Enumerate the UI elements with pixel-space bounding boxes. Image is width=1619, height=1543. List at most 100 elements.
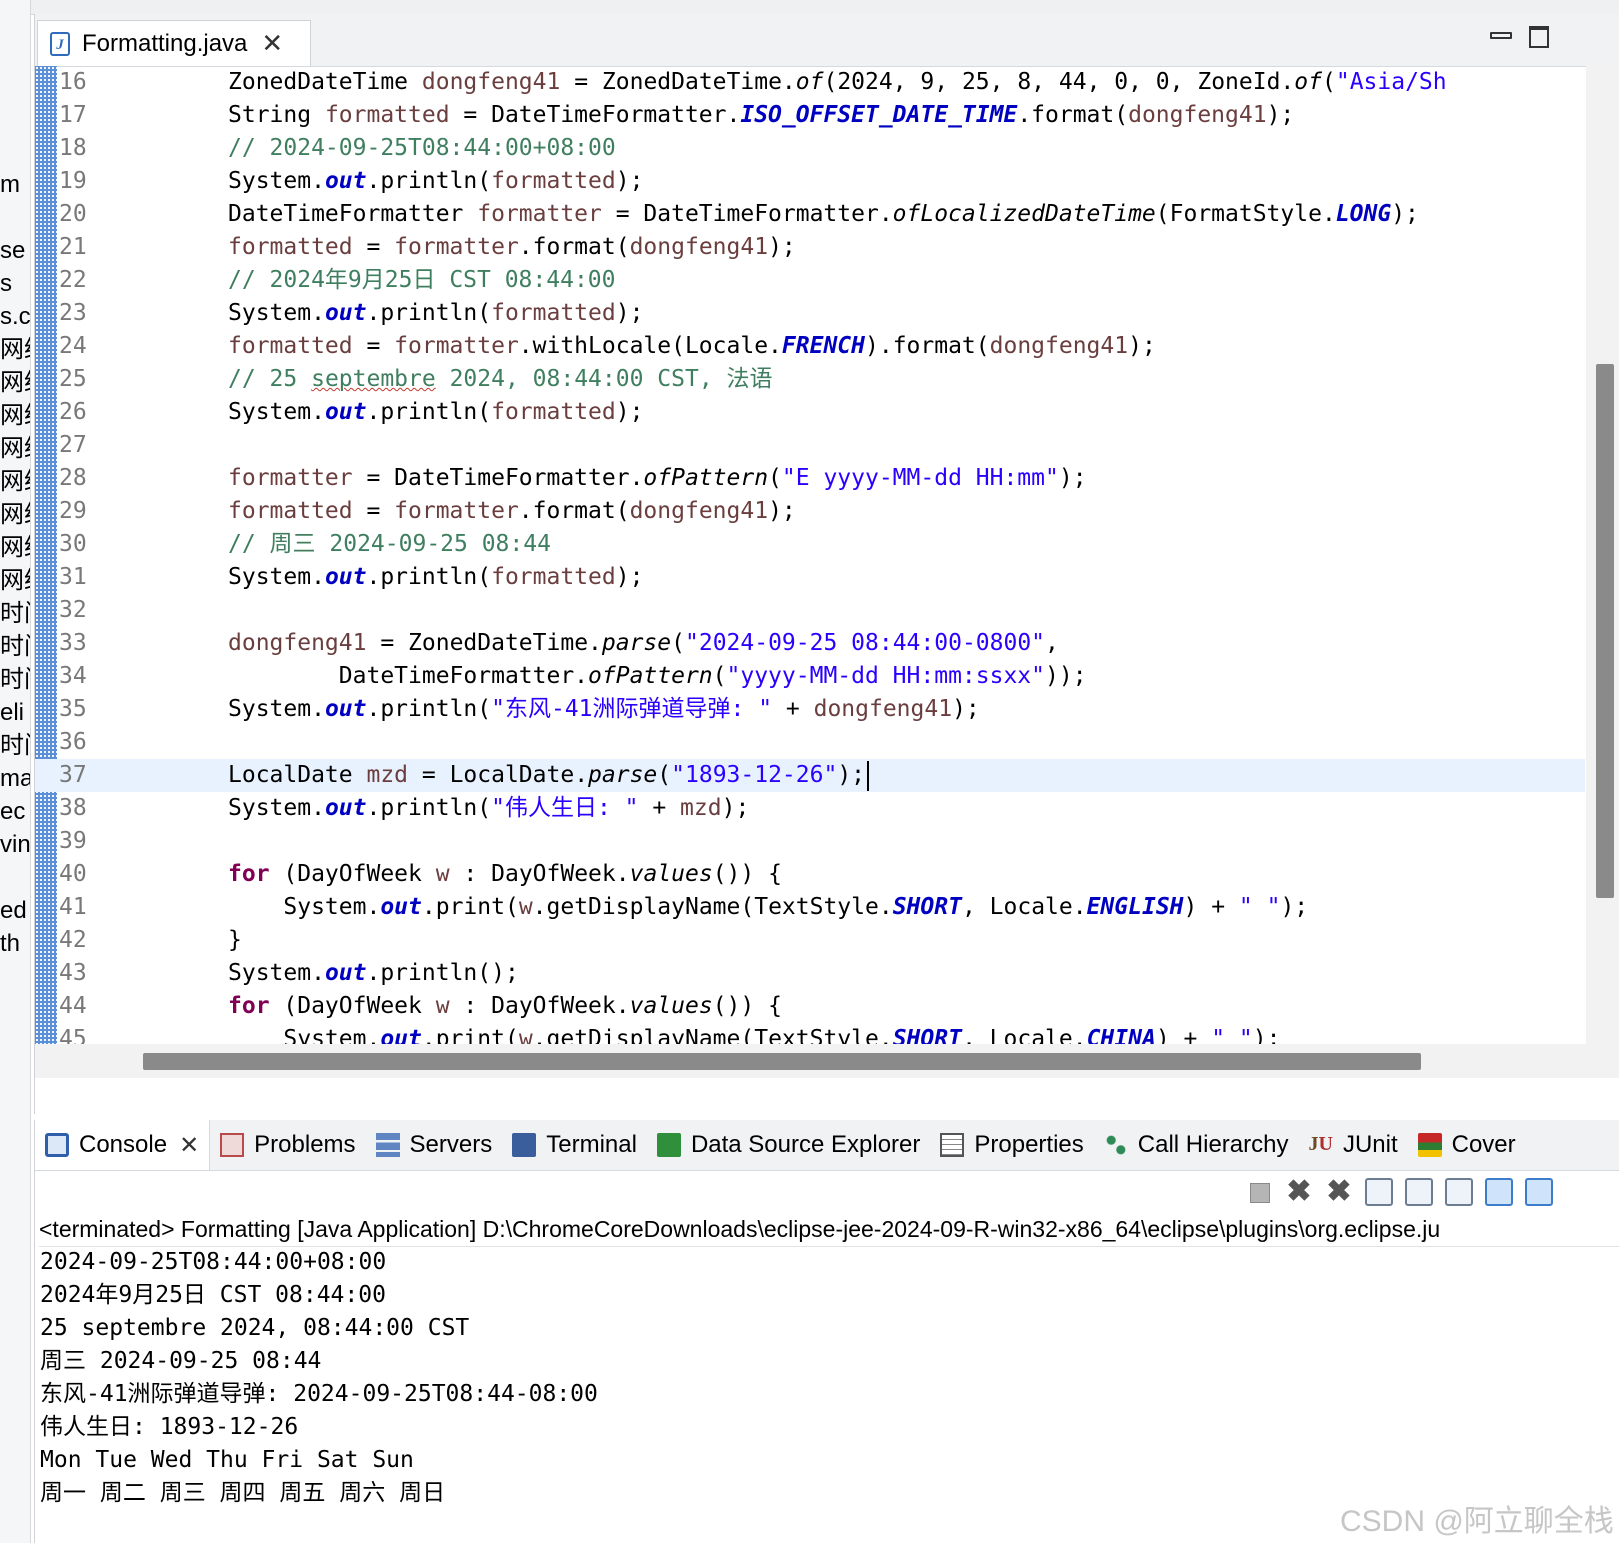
- project-tree-item[interactable]: m: [0, 170, 20, 200]
- code-token: w: [518, 894, 533, 920]
- project-tree-item[interactable]: 网络: [0, 434, 30, 464]
- code-text: System.out.print(w.getDisplayName(TextSt…: [228, 891, 1308, 924]
- close-icon[interactable]: ✕: [261, 28, 283, 59]
- code-line[interactable]: 20 DateTimeFormatter formatter = DateTime…: [35, 198, 1585, 231]
- code-text: System.out.println(formatted);: [228, 165, 643, 198]
- editor-tab-formatting[interactable]: J Formatting.java ✕: [37, 20, 311, 66]
- code-line[interactable]: 42}: [35, 924, 1585, 957]
- code-line[interactable]: 43 System.out.println();: [35, 957, 1585, 990]
- code-line[interactable]: 35 System.out.println("东风-41洲际弹道导弹: " + d…: [35, 693, 1585, 726]
- code-text: }: [228, 924, 242, 957]
- code-line[interactable]: 28 formatter = DateTimeFormatter.ofPatter…: [35, 462, 1585, 495]
- code-line[interactable]: 33 dongfeng41 = ZonedDateTime.parse("2024…: [35, 627, 1585, 660]
- line-number: 38: [59, 795, 87, 821]
- code-token: " ": [1211, 1026, 1253, 1044]
- code-line[interactable]: 39: [35, 825, 1585, 858]
- code-line[interactable]: 19 System.out.println(formatted);: [35, 165, 1585, 198]
- code-token: DateTimeFormatter: [228, 201, 478, 227]
- maximize-icon[interactable]: [1529, 24, 1551, 48]
- code-line[interactable]: 38 System.out.println("伟人生日: " + mzd);: [35, 792, 1585, 825]
- call-hierarchy-icon: [1103, 1133, 1128, 1157]
- code-line[interactable]: 25 // 25 septembre 2024, 08:44:00 CST, 法语: [35, 363, 1585, 396]
- code-line[interactable]: 40 for (DayOfWeek w : DayOfWeek.values())…: [35, 858, 1585, 891]
- code-line[interactable]: 30 // 周三 2024-09-25 08:44: [35, 528, 1585, 561]
- project-tree-item[interactable]: 网络: [0, 500, 30, 530]
- project-tree-item[interactable]: 网络: [0, 467, 30, 497]
- code-token: parse: [588, 762, 658, 788]
- code-line[interactable]: 36: [35, 726, 1585, 759]
- code-token: formatted: [324, 102, 450, 128]
- project-tree-item[interactable]: 时间: [0, 665, 30, 695]
- code-line[interactable]: 32: [35, 594, 1585, 627]
- code-token: (: [671, 630, 685, 656]
- code-line[interactable]: 23 System.out.println(formatted);: [35, 297, 1585, 330]
- close-icon[interactable]: ✕: [179, 1131, 199, 1160]
- code-token: w: [435, 861, 450, 887]
- code-text: System.out.println(formatted);: [228, 297, 643, 330]
- code-line[interactable]: 16 ZonedDateTime dongfeng41 = ZonedDateTi…: [35, 66, 1585, 99]
- tab-servers[interactable]: Servers: [366, 1120, 503, 1170]
- code-token: String: [228, 102, 325, 128]
- project-tree-item[interactable]: 网络: [0, 401, 30, 431]
- project-tree-item[interactable]: 时间: [0, 599, 30, 629]
- code-line[interactable]: 44 for (DayOfWeek w : DayOfWeek.values())…: [35, 990, 1585, 1023]
- show-console-on-error-icon[interactable]: [1525, 1178, 1553, 1206]
- console-output[interactable]: 2024-09-25T08:44:00+08:00 2024年9月25日 CST …: [40, 1246, 598, 1510]
- code-line[interactable]: 21 formatted = formatter.format(dongfeng4…: [35, 231, 1585, 264]
- tab-props[interactable]: Properties: [930, 1120, 1093, 1170]
- clear-console-icon[interactable]: [1365, 1178, 1393, 1206]
- tab-console[interactable]: Console ✕: [35, 1120, 211, 1170]
- minimize-icon[interactable]: [1490, 24, 1512, 46]
- tab-problems[interactable]: Problems: [210, 1120, 365, 1170]
- vertical-scroll-thumb[interactable]: [1596, 364, 1614, 898]
- horizontal-scroll-thumb[interactable]: [143, 1053, 1421, 1070]
- remove-all-terminated-icon[interactable]: ✖: [1325, 1177, 1353, 1207]
- project-tree-item[interactable]: vin: [0, 830, 30, 860]
- tab-junit[interactable]: JU JUnit: [1298, 1120, 1407, 1170]
- code-line[interactable]: 22 // 2024年9月25日 CST 08:44:00: [35, 264, 1585, 297]
- remove-launch-icon[interactable]: ✖: [1285, 1177, 1313, 1207]
- code-line[interactable]: 29 formatted = formatter.format(dongfeng4…: [35, 495, 1585, 528]
- code-line[interactable]: 31 System.out.println(formatted);: [35, 561, 1585, 594]
- tab-label: JUnit: [1342, 1131, 1398, 1158]
- project-tree-item[interactable]: 网络: [0, 566, 30, 596]
- project-tree-item[interactable]: ma: [0, 764, 30, 794]
- tab-callh[interactable]: Call Hierarchy: [1094, 1120, 1299, 1170]
- code-line[interactable]: 24 formatted = formatter.withLocale(Local…: [35, 330, 1585, 363]
- code-line[interactable]: 27: [35, 429, 1585, 462]
- project-tree-item[interactable]: 时间: [0, 632, 30, 662]
- project-tree-item[interactable]: 时间: [0, 731, 30, 761]
- project-tree-item[interactable]: 网络: [0, 368, 30, 398]
- code-line[interactable]: 17 String formatted = DateTimeFormatter.I…: [35, 99, 1585, 132]
- code-line[interactable]: 26 System.out.println(formatted);: [35, 396, 1585, 429]
- properties-icon: [940, 1133, 965, 1157]
- word-wrap-icon[interactable]: [1445, 1178, 1473, 1206]
- project-tree-item[interactable]: ec: [0, 797, 25, 827]
- scroll-lock-icon[interactable]: [1405, 1178, 1433, 1206]
- code-text: ZonedDateTime dongfeng41 = ZonedDateTime…: [228, 66, 1447, 99]
- console-panel: Console ✕ Problems Servers Terminal Data Sour…: [34, 1120, 1619, 1543]
- code-line[interactable]: 37 LocalDate mzd = LocalDate.parse("1893-…: [35, 759, 1585, 792]
- code-token: );: [768, 498, 796, 524]
- tab-cover[interactable]: Cover: [1408, 1120, 1526, 1170]
- project-tree-item[interactable]: s.c: [0, 302, 30, 332]
- project-tree-item[interactable]: 网络: [0, 335, 30, 365]
- tab-terminal[interactable]: Terminal: [502, 1120, 647, 1170]
- terminate-icon[interactable]: [1245, 1178, 1273, 1206]
- project-tree-item[interactable]: th: [0, 929, 20, 959]
- show-console-on-output-icon[interactable]: [1485, 1178, 1513, 1206]
- code-token: +: [772, 696, 814, 722]
- code-line[interactable]: 41 System.out.print(w.getDisplayName(Tex…: [35, 891, 1585, 924]
- code-editor[interactable]: 16 ZonedDateTime dongfeng41 = ZonedDateTi…: [35, 66, 1585, 1044]
- project-tree-item[interactable]: ed: [0, 896, 27, 926]
- project-tree-item[interactable]: eli: [0, 698, 24, 728]
- tab-dse[interactable]: Data Source Explorer: [647, 1120, 930, 1170]
- code-token: for: [228, 861, 270, 887]
- code-line[interactable]: 34 DateTimeFormatter.ofPattern("yyyy-MM-…: [35, 660, 1585, 693]
- project-tree-item[interactable]: 网络: [0, 533, 30, 563]
- project-tree-item[interactable]: se: [0, 236, 25, 266]
- project-tree-item[interactable]: s: [0, 269, 12, 299]
- code-line[interactable]: 45 System.out.print(w.getDisplayName(Tex…: [35, 1023, 1585, 1044]
- code-line[interactable]: 18 // 2024-09-25T08:44:00+08:00: [35, 132, 1585, 165]
- code-token: =: [352, 333, 395, 359]
